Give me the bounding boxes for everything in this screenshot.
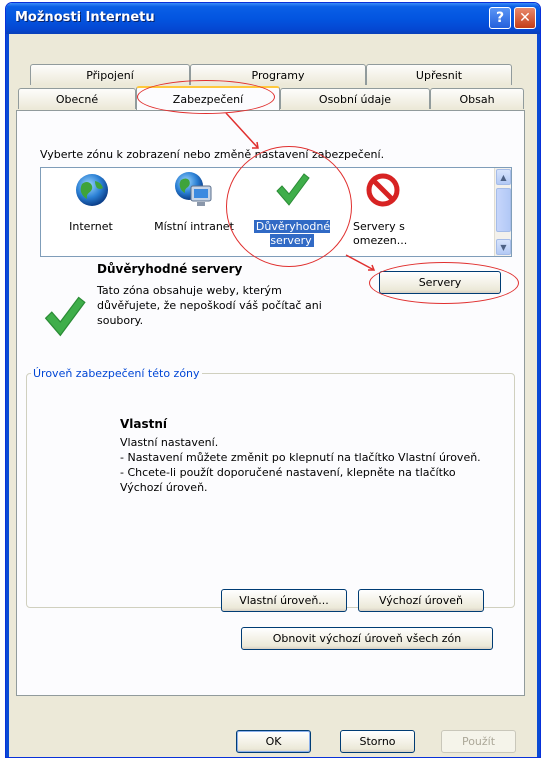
window-border-right: [537, 34, 540, 757]
scroll-thumb[interactable]: [496, 188, 511, 232]
zone-trusted-sites[interactable]: Důvěryhodné servery: [242, 168, 342, 256]
zone-scrollbar[interactable]: ▲ ▼: [494, 168, 511, 256]
cancel-button[interactable]: Storno: [340, 730, 415, 753]
reset-all-zones-button[interactable]: Obnovit výchozí úroveň všech zón: [241, 627, 493, 650]
help-icon: ?: [495, 10, 505, 26]
custom-level-button[interactable]: Vlastní úroveň...: [221, 589, 347, 612]
zone-instruction: Vyberte zónu k zobrazení nebo změně nast…: [40, 148, 385, 161]
scroll-down-icon[interactable]: ▼: [496, 239, 511, 255]
tab-zabezpeceni[interactable]: Zabezpečení: [136, 86, 280, 110]
zone-label: Místní intranet: [154, 220, 234, 233]
level-line: Vlastní nastavení.: [120, 436, 219, 449]
window-border-left: [6, 34, 9, 757]
sites-button[interactable]: Servery: [379, 271, 501, 294]
zone-label: Internet: [69, 220, 113, 233]
tab-obsah[interactable]: Obsah: [430, 88, 524, 109]
level-title: Vlastní: [120, 417, 168, 431]
apply-button[interactable]: Použít: [441, 730, 516, 753]
default-level-button[interactable]: Výchozí úroveň: [358, 589, 484, 612]
level-line: - Chcete-li použít doporučené nastavení,…: [120, 466, 456, 494]
tab-pripojeni[interactable]: Připojení: [30, 64, 190, 85]
close-button[interactable]: ✕: [514, 7, 536, 29]
globe-icon: [76, 174, 108, 206]
scroll-up-icon[interactable]: ▲: [496, 169, 511, 185]
level-line: - Nastavení můžete změnit po klepnutí na…: [120, 451, 481, 464]
zone-label: Servery s omezen...: [353, 220, 408, 247]
tab-osobni-udaje[interactable]: Osobní údaje: [280, 88, 430, 109]
ok-button[interactable]: OK: [236, 730, 311, 753]
restricted-icon: [366, 173, 400, 207]
group-title: Úroveň zabezpečení této zóny: [31, 367, 202, 380]
window-title: Možnosti Internetu: [15, 10, 155, 25]
tab-programy[interactable]: Programy: [190, 64, 366, 85]
title-bar[interactable]: Možnosti Internetu ? ✕: [6, 3, 540, 34]
intranet-icon: [175, 172, 212, 206]
zone-info-description: Tato zóna obsahuje weby, kterým důvěřuje…: [97, 284, 322, 327]
checkmark-icon: [276, 173, 310, 206]
help-button[interactable]: ?: [489, 7, 511, 29]
zone-internet[interactable]: Internet: [41, 168, 141, 256]
zone-list[interactable]: Internet Místní intranet Důvěryhodné ser…: [40, 167, 512, 257]
close-icon: ✕: [519, 10, 531, 26]
tab-upresnit[interactable]: Upřesnit: [366, 64, 512, 85]
zone-restricted-sites[interactable]: Servery s omezen...: [349, 168, 429, 256]
zone-label: Důvěryhodné servery: [253, 220, 331, 247]
tab-obecne[interactable]: Obecné: [18, 88, 136, 109]
trusted-checkmark-icon: [44, 296, 86, 337]
zone-info-title: Důvěryhodné servery: [97, 262, 243, 276]
level-description: Vlastní nastavení. - Nastavení můžete zm…: [120, 435, 500, 495]
zone-local-intranet[interactable]: Místní intranet: [144, 168, 244, 256]
